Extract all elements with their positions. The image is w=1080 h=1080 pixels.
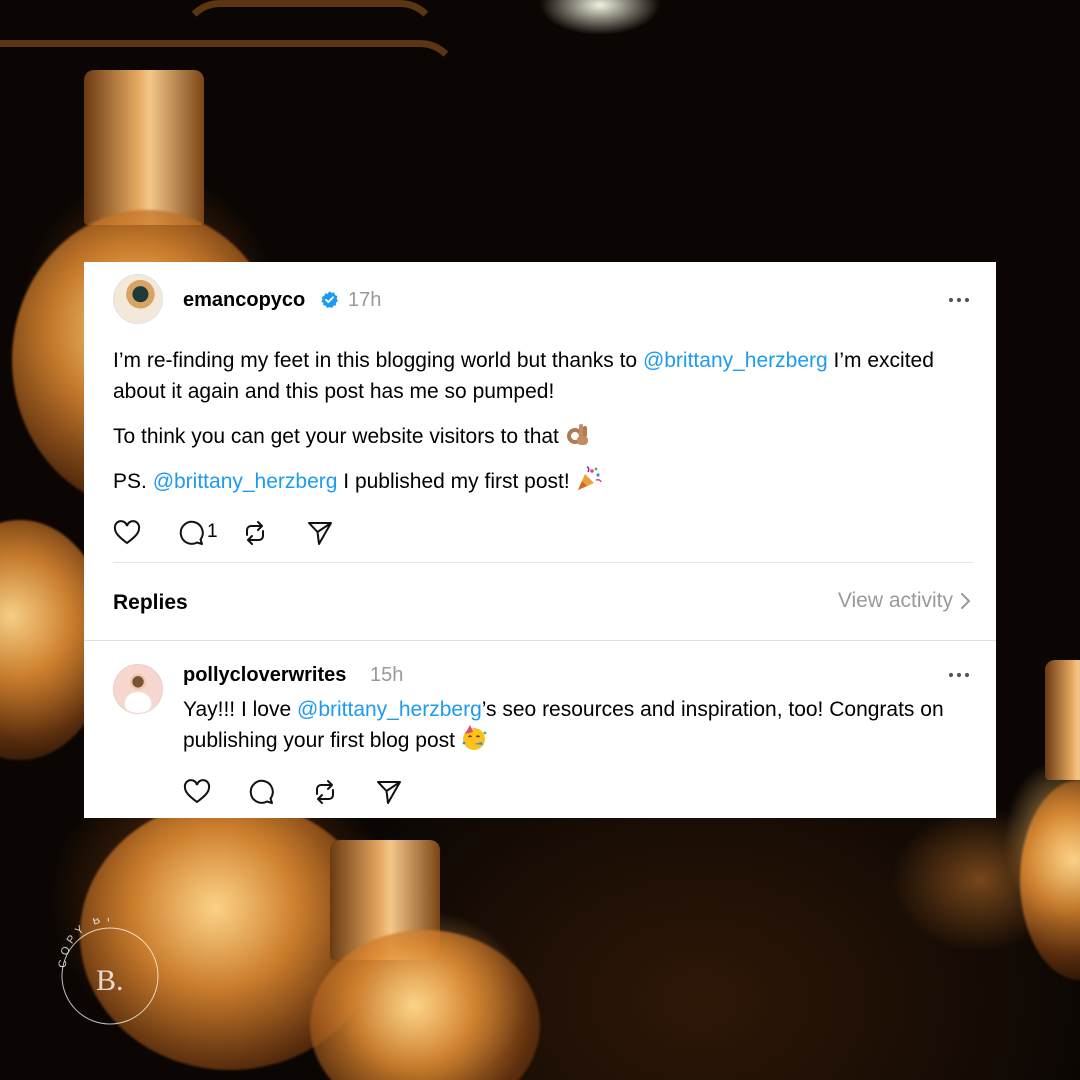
mention-link[interactable]: @brittany_herzberg [297,698,482,721]
reply-actions [183,778,403,808]
post-text: PS. [113,470,153,493]
party-popper-emoji [577,466,602,490]
chevron-right-icon [961,593,971,609]
post-paragraph-2: To think you can get your website visito… [113,421,963,452]
reply-time: 15h [370,664,404,686]
reply-count: 1 [207,521,218,542]
view-activity-label: View activity [837,589,953,612]
view-activity-link[interactable]: View activity [838,589,971,613]
bulb-socket [84,70,204,225]
divider [84,640,996,641]
share-icon[interactable] [375,778,403,806]
post-paragraph-3: PS. @brittany_herzberg I published my fi… [113,466,963,497]
mention-link[interactable]: @brittany_herzberg [153,470,338,493]
mention-link[interactable]: @brittany_herzberg [643,349,828,372]
comment-icon[interactable] [247,778,275,806]
watermark-initial: B. [96,964,124,997]
post-text: To think you can get your website visito… [113,425,565,448]
bulb-socket [1045,660,1080,780]
heart-icon[interactable] [183,778,211,806]
more-icon[interactable] [948,672,970,678]
repost-icon[interactable] [241,519,269,547]
copy-by-b-logo: COPY BY B. [57,918,159,1025]
watermark-text: COPY BY [57,918,113,968]
avatar[interactable] [113,664,163,714]
avatar[interactable] [113,274,163,324]
main-post: emancopyco 17h I’m re-finding my feet in… [84,262,996,640]
share-icon[interactable] [306,519,334,547]
threads-card: emancopyco 17h I’m re-finding my feet in… [84,262,996,818]
post-text: I published my first post! [337,470,576,493]
post-text: I’m re-finding my feet in this blogging … [113,349,643,372]
reply-username[interactable]: pollycloverwrites [183,664,346,687]
partying-face-emoji [462,725,487,750]
repost-icon[interactable] [311,778,339,806]
replies-heading: Replies [113,591,188,614]
svg-text:COPY BY: COPY BY [57,918,117,968]
divider [113,562,973,563]
reply-text: Yay!!! I love @brittany_herzberg’s seo r… [183,694,973,756]
post-actions: 1 [113,519,373,549]
light-bulb [1020,780,1080,980]
comment-icon[interactable] [177,519,205,547]
post-paragraph-1: I’m re-finding my feet in this blogging … [113,345,963,407]
reply-text-part: Yay!!! I love [183,698,297,721]
ok-hand-emoji [566,424,588,445]
heart-icon[interactable] [113,519,141,547]
verified-icon [321,291,338,309]
more-icon[interactable] [948,297,970,303]
post-username[interactable]: emancopyco [183,289,305,312]
post-time: 17h [348,289,382,311]
cable [180,0,440,120]
